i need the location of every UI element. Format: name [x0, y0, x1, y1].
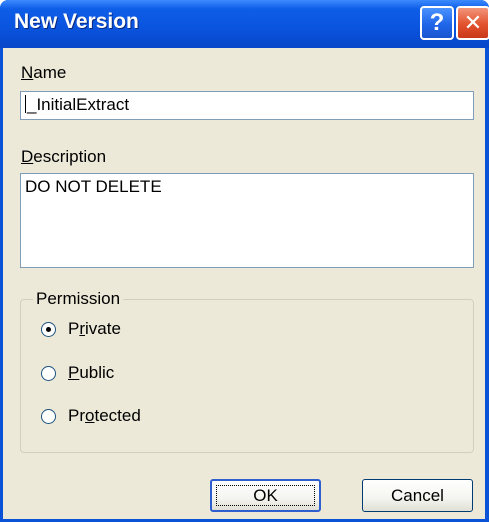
- radio-public[interactable]: Public: [41, 363, 114, 383]
- cancel-button[interactable]: Cancel: [362, 479, 473, 512]
- question-mark-icon: ?: [429, 9, 445, 36]
- title-bar[interactable]: New Version ? ✕: [0, 0, 489, 48]
- name-label: Name: [21, 63, 67, 82]
- new-version-dialog: New Version ? ✕ Name _InitialExtract Des…: [0, 0, 489, 522]
- radio-private-label: Private: [68, 319, 121, 338]
- description-label: Description: [21, 147, 107, 166]
- close-icon: ✕: [463, 10, 483, 35]
- description-value: DO NOT DELETE: [25, 177, 162, 196]
- cancel-button-label: Cancel: [391, 486, 444, 505]
- radio-private[interactable]: Private: [41, 319, 121, 339]
- radio-public-circle[interactable]: [41, 365, 56, 381]
- radio-public-label: Public: [68, 363, 115, 382]
- radio-selected-dot: [46, 326, 51, 332]
- description-textarea[interactable]: DO NOT DELETE: [20, 173, 474, 268]
- radio-private-circle[interactable]: [41, 321, 56, 337]
- name-input-value: _InitialExtract: [27, 95, 130, 114]
- radio-protected-circle[interactable]: [41, 408, 56, 424]
- permission-legend: Permission: [33, 289, 124, 309]
- dialog-title: New Version: [14, 10, 139, 33]
- close-button[interactable]: ✕: [456, 6, 489, 40]
- ok-button[interactable]: OK: [210, 479, 321, 512]
- radio-protected[interactable]: Protected: [41, 406, 141, 426]
- radio-protected-label: Protected: [68, 406, 141, 425]
- dialog-body: Name _InitialExtract Description DO NOT …: [3, 48, 485, 519]
- name-input[interactable]: _InitialExtract: [20, 91, 474, 120]
- focus-rectangle: [216, 485, 315, 506]
- help-button[interactable]: ?: [420, 6, 454, 40]
